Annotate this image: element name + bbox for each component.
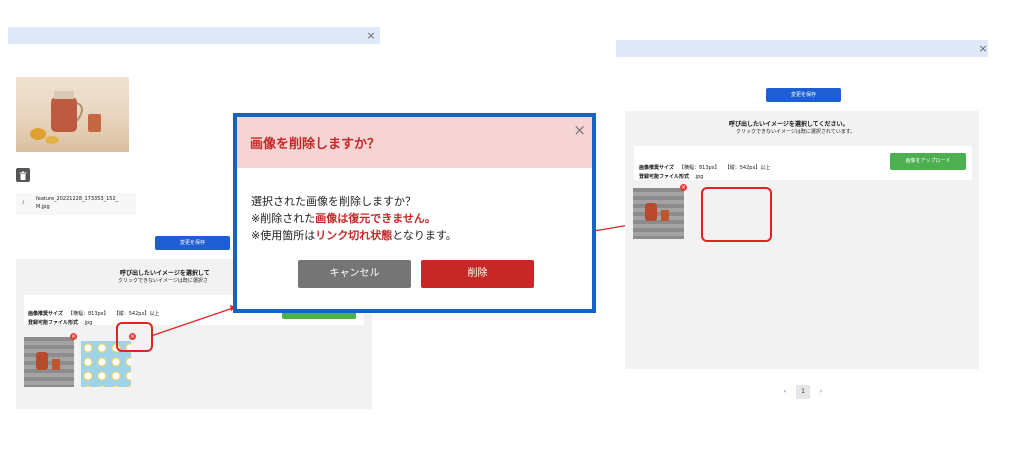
cancel-button[interactable]: キャンセル [298, 260, 411, 288]
modal-line2-prefix: ※削除された [251, 212, 316, 225]
right-dialog-titlebar [616, 40, 988, 57]
modal-title: 画像を削除しますか？ [250, 137, 381, 152]
right-save-button[interactable]: 変更を保存 [766, 88, 841, 102]
right-empty-slot-highlight [701, 187, 772, 242]
upload-button[interactable]: 画像をアップロード [890, 153, 966, 170]
right-close-icon[interactable]: × [976, 40, 990, 57]
modal-close-icon[interactable]: × [573, 121, 586, 139]
modal-line2-red: 画像は復元できません。 [315, 212, 436, 225]
modal-line1: 選択された画像を削除しますか？ [251, 195, 416, 208]
right-format-value: .jpg [694, 174, 704, 180]
right-size-height: 【縦：542px】以上 [724, 165, 771, 171]
modal-line3-red: リンク切れ状態 [315, 229, 393, 242]
right-thumb-tea-delete-icon[interactable]: × [680, 184, 687, 191]
right-panel-heading: 呼び出したいイメージを選択してください。 [729, 121, 849, 128]
pagination-next[interactable]: › [814, 385, 828, 399]
pagination-page[interactable]: 1 [796, 385, 810, 399]
modal-line3-suffix: となります。 [392, 229, 457, 242]
modal-line3-prefix: ※使用箇所は [251, 229, 316, 242]
right-format-label: 登録可能ファイル形式 [639, 174, 690, 180]
tea-thumb-icon [645, 203, 669, 221]
modal-line3: ※使用箇所はリンク切れ状態となります。 [251, 227, 457, 243]
delete-button[interactable]: 削除 [421, 260, 534, 288]
right-panel-sub: クリックできないイメージは既に選択されています。 [736, 129, 856, 135]
right-format-line: 登録可能ファイル形式 .jpg [639, 163, 703, 182]
modal-line2: ※削除された画像は復元できません。 [251, 210, 436, 226]
right-thumb-tea[interactable] [633, 188, 684, 239]
pagination-prev[interactable]: ‹ [778, 385, 792, 399]
delete-confirm-modal: 画像を削除しますか？ × 選択された画像を削除しますか？ ※削除された画像は復元… [233, 113, 596, 313]
